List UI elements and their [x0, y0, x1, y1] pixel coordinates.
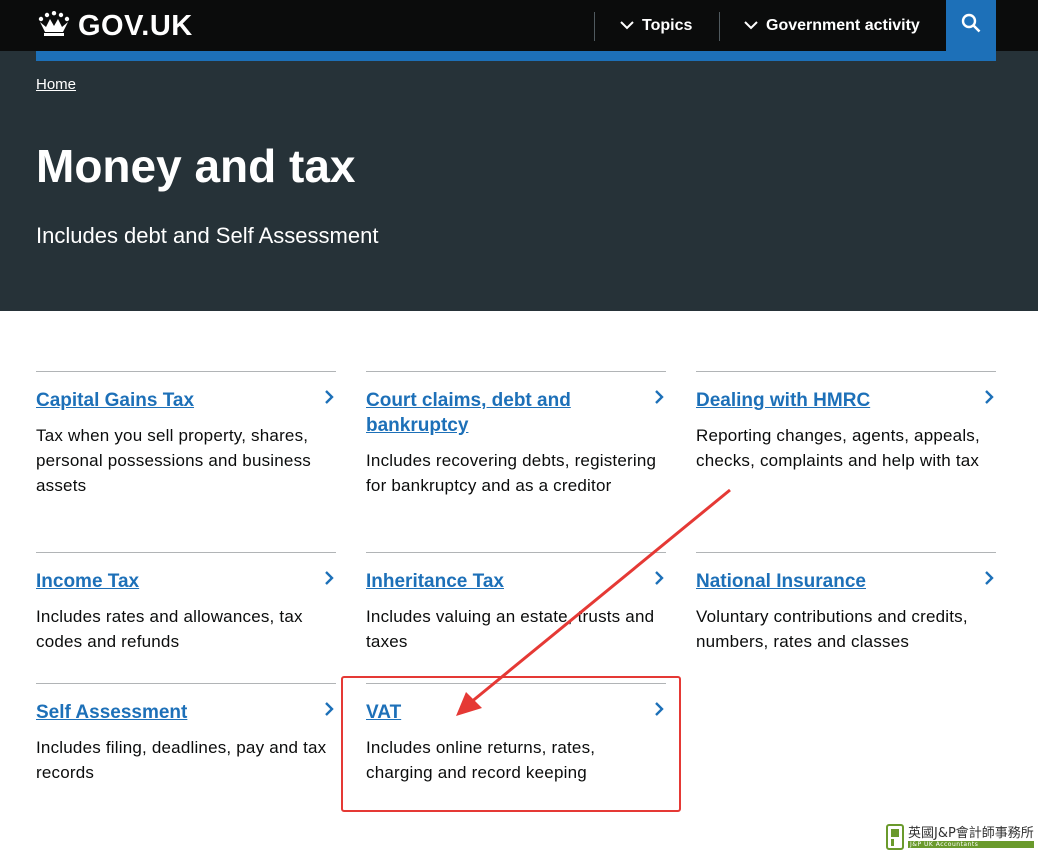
topic-card-self-assessment: Self Assessment Includes filing, deadlin…: [36, 683, 336, 785]
topic-link-dealing-with-hmrc[interactable]: Dealing with HMRC: [696, 388, 958, 413]
chevron-right-icon: [985, 571, 994, 585]
topic-description: Includes filing, deadlines, pay and tax …: [36, 738, 327, 782]
chevron-right-icon: [985, 390, 994, 404]
topic-description: Reporting changes, agents, appeals, chec…: [696, 426, 980, 470]
topic-card-capital-gains-tax: Capital Gains Tax Tax when you sell prop…: [36, 371, 336, 498]
topic-card-national-insurance: National Insurance Voluntary contributio…: [696, 552, 996, 654]
chevron-down-icon: [744, 17, 758, 35]
watermark-chinese-text: 英國J&P會計師事務所: [908, 826, 1034, 841]
topic-link-national-insurance[interactable]: National Insurance: [696, 569, 958, 594]
page-title: Money and tax: [36, 140, 356, 192]
site-header: GOV.UK Topics Government activity: [0, 0, 1038, 51]
chevron-right-icon: [655, 390, 664, 404]
topic-description: Includes recovering debts, registering f…: [366, 451, 657, 495]
topics-menu-label: Topics: [642, 16, 693, 34]
topic-link-inheritance-tax[interactable]: Inheritance Tax: [366, 569, 628, 594]
topic-description: Includes valuing an estate, trusts and t…: [366, 607, 655, 651]
nav-divider: [719, 12, 720, 41]
crown-icon: [36, 10, 72, 43]
topic-card-income-tax: Income Tax Includes rates and allowances…: [36, 552, 336, 654]
search-icon: [961, 13, 981, 38]
chevron-right-icon: [325, 571, 334, 585]
chevron-right-icon: [325, 390, 334, 404]
topic-description: Voluntary contributions and credits, num…: [696, 607, 968, 651]
topic-card-court-claims: Court claims, debt and bankruptcy Includ…: [366, 371, 666, 498]
chevron-right-icon: [325, 702, 334, 716]
topics-menu-button[interactable]: Topics: [620, 0, 692, 51]
topic-link-capital-gains-tax[interactable]: Capital Gains Tax: [36, 388, 298, 413]
govuk-logo-link[interactable]: GOV.UK: [36, 9, 193, 43]
topic-card-inheritance-tax: Inheritance Tax Includes valuing an esta…: [366, 552, 666, 654]
nav-divider: [594, 12, 595, 41]
watermark: 英國J&P會計師事務所 J&P UK Accountants: [886, 824, 1034, 850]
company-logo-icon: [886, 824, 904, 850]
chevron-right-icon: [655, 571, 664, 585]
logo-text: GOV.UK: [78, 9, 193, 42]
topic-link-self-assessment[interactable]: Self Assessment: [36, 700, 298, 725]
topic-card-dealing-with-hmrc: Dealing with HMRC Reporting changes, age…: [696, 371, 996, 473]
government-activity-menu-label: Government activity: [766, 16, 920, 34]
annotation-highlight-box: [341, 676, 681, 812]
topic-link-income-tax[interactable]: Income Tax: [36, 569, 298, 594]
header-accent-bar: [36, 51, 996, 61]
topic-description: Includes rates and allowances, tax codes…: [36, 607, 303, 651]
topic-description: Tax when you sell property, shares, pers…: [36, 426, 311, 495]
watermark-english-text: J&P UK Accountants: [908, 841, 1034, 848]
breadcrumb-home-link[interactable]: Home: [36, 76, 76, 93]
topic-link-court-claims-debt-bankruptcy[interactable]: Court claims, debt and bankruptcy: [366, 388, 628, 438]
government-activity-menu-button[interactable]: Government activity: [744, 0, 920, 51]
chevron-down-icon: [620, 17, 634, 35]
page-description: Includes debt and Self Assessment: [36, 223, 379, 248]
search-button[interactable]: [946, 0, 996, 51]
